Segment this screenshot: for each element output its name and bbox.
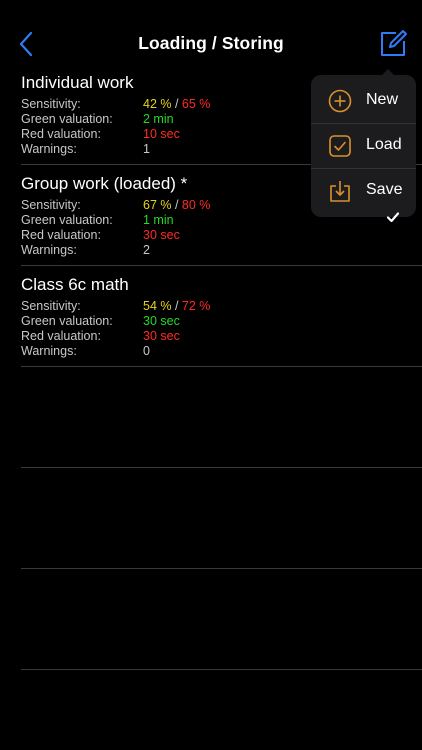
empty-list-row [0,367,422,468]
warnings-value: 1 [143,142,150,156]
menu-item-new-label: New [366,91,399,108]
menu-item-save-label: Save [366,181,403,198]
sensitivity-red-value: 72 % [181,299,211,313]
plus-circle-icon [328,89,352,113]
sensitivity-separator: / [171,97,182,111]
red-valuation-label: Red valuation: [21,329,101,343]
red-valuation-value: 30 sec [143,329,180,343]
green-valuation-value: 2 min [143,112,174,126]
red-valuation-value: 30 sec [143,228,180,242]
menu-item-save[interactable]: Save [311,169,416,213]
sensitivity-yellow-value: 54 % [143,299,172,313]
green-valuation-label: Green valuation: [21,213,113,227]
green-valuation-value: 1 min [143,213,174,227]
sensitivity-yellow-value: 67 % [143,198,172,212]
sensitivity-value: 54 % / 72 % [143,299,210,314]
entry-title: Group work (loaded) * [21,174,188,193]
warnings-value: 2 [143,243,150,257]
red-valuation-label: Red valuation: [21,228,101,242]
sensitivity-red-value: 80 % [181,198,211,212]
empty-list-row [0,468,422,569]
empty-list-row [0,569,422,670]
sensitivity-label: Sensitivity: [21,97,81,111]
sensitivity-yellow-value: 42 % [143,97,172,111]
entry-title: Class 6c math [21,275,129,294]
red-valuation-label: Red valuation: [21,127,101,141]
warnings-label: Warnings: [21,243,77,257]
download-icon [330,181,350,202]
sensitivity-value: 42 % / 65 % [143,97,210,112]
sensitivity-value: 67 % / 80 % [143,198,210,213]
action-menu: New Load Save [311,75,416,217]
red-valuation-value: 10 sec [143,127,180,141]
sensitivity-separator: / [171,198,182,212]
sensitivity-label: Sensitivity: [21,198,81,212]
checkmark-icon [386,212,400,223]
menu-item-load[interactable]: Load [311,124,416,168]
green-valuation-value: 30 sec [143,314,180,328]
sensitivity-red-value: 65 % [181,97,211,111]
sensitivity-label: Sensitivity: [21,299,81,313]
warnings-label: Warnings: [21,142,77,156]
green-valuation-label: Green valuation: [21,314,113,328]
row-separator [21,669,422,670]
compose-icon[interactable] [378,29,408,59]
page-title: Loading / Storing [138,33,284,53]
sensitivity-separator: / [171,299,182,313]
menu-item-load-label: Load [366,136,402,153]
entry-title: Individual work [21,73,134,92]
warnings-label: Warnings: [21,344,77,358]
menu-item-new[interactable]: New [311,79,416,123]
checkbox-icon [329,135,351,157]
warnings-value: 0 [143,344,150,358]
list-item[interactable]: Class 6c math Sensitivity: 54 % / 72 % G… [0,266,422,367]
green-valuation-label: Green valuation: [21,112,113,126]
